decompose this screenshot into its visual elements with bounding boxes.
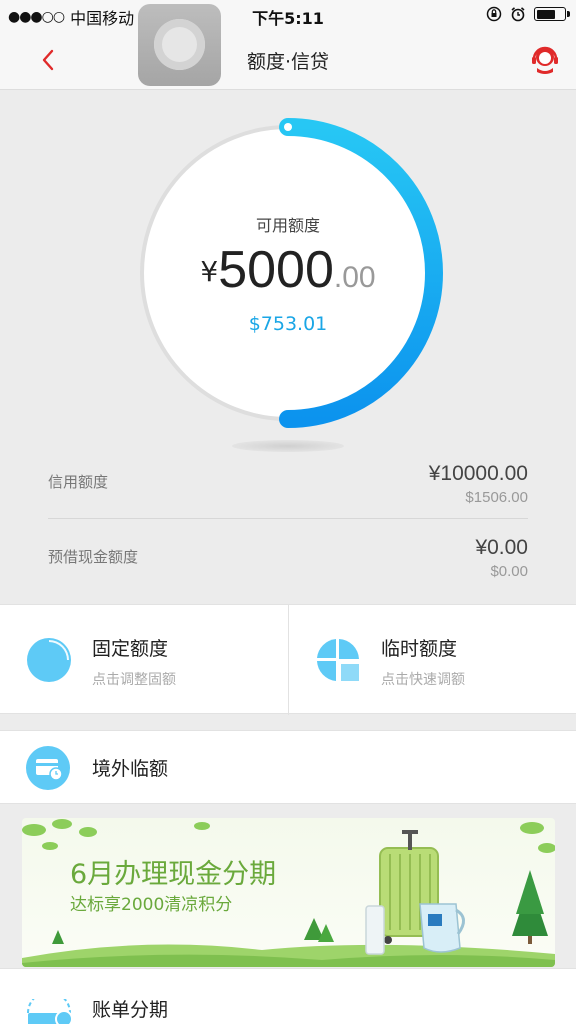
- nav-bar: 额度·信贷: [0, 30, 576, 90]
- page-title: 额度·信贷: [246, 51, 330, 73]
- promo-banner[interactable]: 6月办理现金分期 达标享2000清凉积分: [22, 818, 555, 967]
- fixed-quota-card[interactable]: 固定额度 点击调整固额: [0, 605, 287, 715]
- banner-subtitle: 达标享2000清凉积分: [70, 895, 233, 915]
- available-credit-label: 可用额度: [255, 216, 320, 235]
- fixed-quota-subtitle: 点击调整固额: [92, 672, 176, 688]
- available-credit-usd: $753.01: [248, 313, 328, 335]
- overseas-quota-title: 境外临额: [92, 758, 169, 780]
- card-clock-icon: [26, 746, 70, 790]
- floating-assistive-touch[interactable]: [138, 4, 221, 86]
- cash-advance-limit-cny: ¥0.00: [475, 536, 528, 559]
- credit-limit-cny: ¥10000.00: [428, 462, 528, 485]
- quota-section: 固定额度 点击调整固额 临时额度 点击快速调额: [0, 604, 576, 715]
- pie-chart-icon: [27, 638, 71, 682]
- battery-icon: [534, 7, 570, 21]
- cash-advance-limit-label: 预借现金额度: [48, 548, 139, 566]
- credit-limit-label: 信用额度: [48, 473, 109, 491]
- cash-advance-limit-usd: $0.00: [490, 563, 528, 580]
- temporary-quota-card[interactable]: 临时额度 点击快速调额: [288, 605, 575, 715]
- alarm-icon: [511, 7, 525, 22]
- currency-symbol: ¥: [200, 255, 219, 288]
- banner-title: 6月办理现金分期: [70, 859, 277, 890]
- temporary-quota-title: 临时额度: [381, 638, 458, 660]
- customer-service-icon[interactable]: [528, 42, 562, 76]
- divider: [48, 518, 528, 519]
- bill-installment-item[interactable]: 账单分期: [0, 968, 576, 1024]
- bill-installment-title: 账单分期: [92, 999, 169, 1021]
- credit-limit-usd: $1506.00: [465, 489, 528, 506]
- amount-decimal: .00: [333, 261, 376, 294]
- gauge-start-dot: [284, 123, 292, 131]
- split-chart-icon: [317, 639, 359, 681]
- available-credit-gauge: 可用额度 ¥5000.00 $753.01: [0, 90, 576, 460]
- bill-card-icon: [27, 999, 73, 1024]
- overseas-quota-item[interactable]: 境外临额: [0, 730, 576, 804]
- credit-limit-row: 信用额度 ¥10000.00 $1506.00: [48, 462, 528, 518]
- rotation-lock-icon: [486, 6, 502, 22]
- cash-advance-limit-row: 预借现金额度 ¥0.00 $0.00: [48, 536, 528, 592]
- temporary-quota-subtitle: 点击快速调额: [381, 672, 465, 688]
- amount-integer: 5000: [218, 241, 334, 299]
- status-bar: ●●●○○ 中国移动 下午5:11: [0, 0, 576, 30]
- fixed-quota-title: 固定额度: [92, 638, 169, 660]
- available-credit-amount: ¥5000.00: [0, 240, 576, 300]
